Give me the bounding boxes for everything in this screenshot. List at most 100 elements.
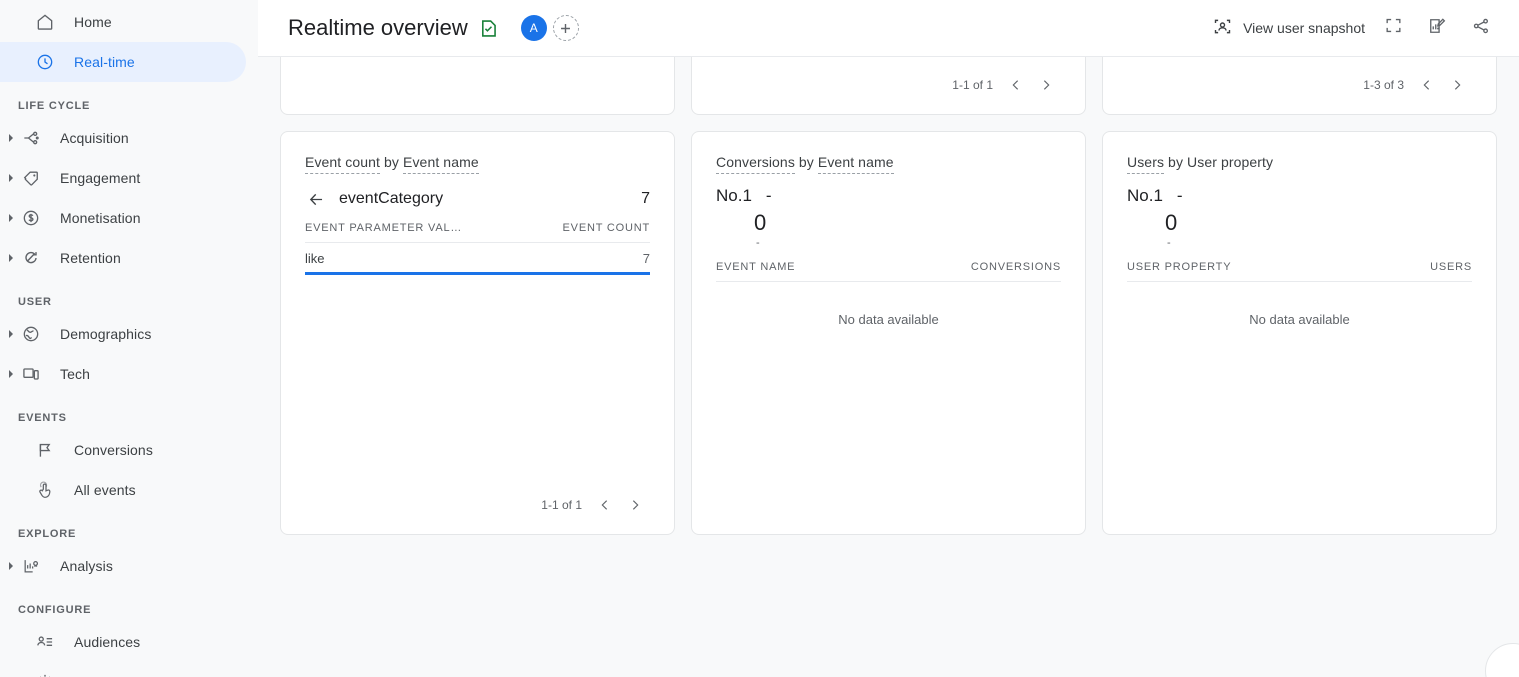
top-rank-metric: 0 (754, 210, 767, 235)
sidebar: Home Real-time LIFE CYCLE Acquisition En… (0, 0, 258, 677)
share-button[interactable] (1461, 8, 1501, 48)
insights-button[interactable] (1417, 8, 1457, 48)
card-title-dimension[interactable]: Event name (403, 154, 479, 174)
chevron-right-icon[interactable] (4, 327, 18, 341)
chevron-right-icon[interactable] (4, 251, 18, 265)
card-event-count-by-event-name: Event count by Event name eventCategory … (280, 131, 675, 535)
sidebar-item-conversions[interactable]: Conversions (0, 430, 246, 470)
card-conversions-by-event-name: Conversions by Event name No.1 - 0 - EVE… (691, 131, 1086, 535)
sidebar-item-label: Analysis (60, 558, 113, 574)
sidebar-item-label: Audiences (74, 634, 141, 650)
card-title-metric[interactable]: Users (1127, 154, 1165, 174)
sidebar-item-label: Monetisation (60, 210, 141, 226)
sidebar-section-events: EVENTS (18, 412, 67, 424)
fullscreen-button[interactable] (1373, 8, 1413, 48)
sidebar-section-user: USER (18, 296, 52, 308)
analysis-icon (20, 555, 42, 577)
column-header-left: EVENT PARAMETER VAL… (305, 222, 463, 234)
floating-action-button[interactable] (1485, 643, 1519, 677)
pager-prev-button[interactable] (590, 490, 620, 520)
add-comparison-button[interactable] (552, 15, 579, 41)
home-icon (34, 11, 56, 33)
sidebar-item-label: Conversions (74, 442, 153, 458)
pager-next-button[interactable] (1442, 70, 1472, 100)
top-rank-sub: - (1167, 237, 1171, 250)
pager-prev-button[interactable] (1001, 70, 1031, 100)
sidebar-item-acquisition[interactable]: Acquisition (0, 118, 246, 158)
card-title-dimension[interactable]: Event name (817, 154, 894, 174)
sidebar-item-engagement[interactable]: Engagement (0, 158, 246, 198)
globe-icon (20, 323, 42, 345)
cards-row-bottom: Event count by Event name eventCategory … (280, 131, 1497, 535)
column-header-left: EVENT NAME (716, 261, 796, 274)
table-row[interactable]: like 7 (305, 243, 650, 275)
sidebar-item-demographics[interactable]: Demographics (0, 314, 246, 354)
card-top-right-body: (not set) 3 1-3 of 3 (1103, 57, 1496, 114)
empty-state-message: No data available (1249, 312, 1350, 328)
arrow-left-icon[interactable] (305, 188, 327, 210)
chevron-right-icon[interactable] (4, 211, 18, 225)
sidebar-item-home[interactable]: Home (0, 2, 246, 42)
sidebar-item-analysis[interactable]: Analysis (0, 546, 246, 586)
acquisition-icon (20, 127, 42, 149)
tag-icon (20, 167, 42, 189)
top-rank-line: No.1 - (1127, 186, 1472, 206)
drilldown-dimension: eventCategory (339, 190, 444, 207)
fullscreen-icon (1384, 16, 1403, 40)
card-title-metric[interactable]: Conversions (716, 154, 795, 174)
pager-prev-button[interactable] (1412, 70, 1442, 100)
page-title: Realtime overview (288, 15, 468, 40)
card-title-joiner: by (794, 154, 818, 170)
card-title-metric[interactable]: Event count (305, 154, 381, 174)
card-top-middle: 1-1 of 1 (691, 57, 1086, 115)
pager-next-button[interactable] (1031, 70, 1061, 100)
chevron-right-icon[interactable] (4, 559, 18, 573)
row-bar (305, 272, 650, 275)
sidebar-item-monetisation[interactable]: Monetisation (0, 198, 246, 238)
card-users-by-user-property: Users by User property No.1 - 0 - USER P… (1102, 131, 1497, 535)
sidebar-item-retention[interactable]: Retention (0, 238, 246, 278)
sidebar-item-label: All events (74, 482, 136, 498)
top-rank-value: - (1176, 186, 1183, 205)
sidebar-item-tech[interactable]: Tech (0, 354, 246, 394)
pager-next-button[interactable] (620, 490, 650, 520)
sidebar-item-admin[interactable]: Admin (0, 662, 246, 677)
chevron-right-icon[interactable] (4, 171, 18, 185)
report-content: 1-1 of 1 (not set) (258, 57, 1519, 677)
topbar: Realtime overview A View user snapshot (258, 0, 1519, 57)
sidebar-section-life-cycle: LIFE CYCLE (18, 100, 91, 112)
top-rank-label: No.1 (1127, 186, 1163, 205)
avatar[interactable]: A (520, 15, 547, 41)
table-header: USER PROPERTY USERS (1127, 261, 1472, 283)
column-header-right: USERS (1430, 261, 1472, 274)
drilldown-value: 7 (641, 190, 650, 207)
chevron-right-icon[interactable] (4, 131, 18, 145)
card-title: Conversions by Event name (716, 154, 1061, 174)
row-label: like (305, 251, 325, 266)
chevron-right-icon[interactable] (4, 367, 18, 381)
top-rank-metric: 0 (1165, 210, 1178, 235)
card-title-joiner: by (380, 154, 404, 170)
view-user-snapshot-button[interactable]: View user snapshot (1208, 10, 1369, 46)
card-body: Conversions by Event name No.1 - 0 - EVE… (692, 132, 1085, 534)
sidebar-item-audiences[interactable]: Audiences (0, 622, 246, 662)
sidebar-item-real-time[interactable]: Real-time (0, 42, 246, 82)
sidebar-item-label: Home (74, 14, 112, 30)
document-check-icon[interactable] (478, 18, 499, 39)
sidebar-section-explore: EXPLORE (18, 528, 77, 540)
cards-row-top: 1-1 of 1 (not set) (280, 57, 1497, 115)
sidebar-item-all-events[interactable]: All events (0, 470, 246, 510)
flag-icon (34, 439, 56, 461)
top-rank-line: No.1 - (716, 186, 1061, 206)
retention-icon (20, 247, 42, 269)
view-user-snapshot-label: View user snapshot (1243, 20, 1365, 36)
empty-state-message: No data available (838, 312, 939, 328)
app-root: Home Real-time LIFE CYCLE Acquisition En… (0, 0, 1519, 677)
card-top-left-body (281, 57, 674, 114)
clock-icon (34, 51, 56, 73)
pager-range: 1-3 of 3 (1363, 78, 1404, 92)
top-rank-sub: - (756, 237, 760, 250)
card-body: Event count by Event name eventCategory … (281, 132, 674, 534)
pager: 1-3 of 3 (1127, 70, 1472, 100)
column-header-left: USER PROPERTY (1127, 261, 1232, 274)
